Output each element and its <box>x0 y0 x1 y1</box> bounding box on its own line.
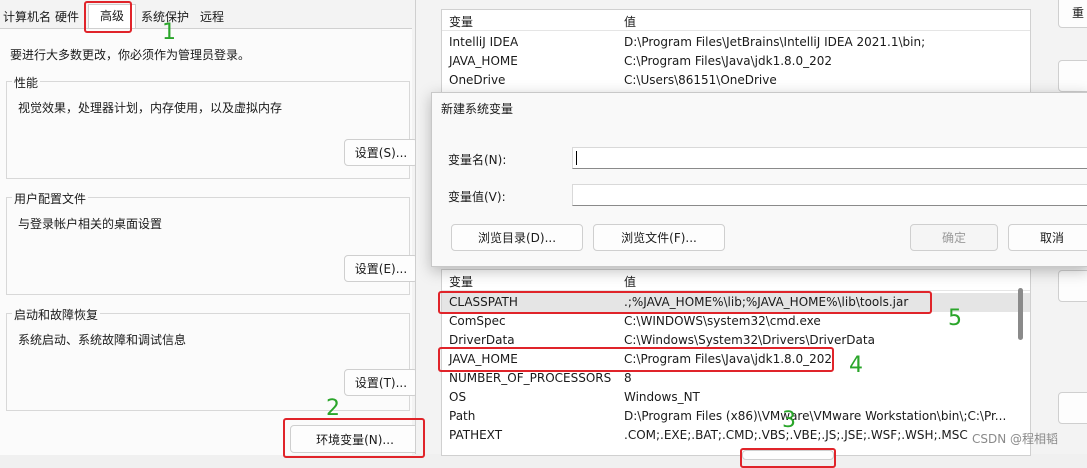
advanced-tab-panel: 要进行大多数更改，你必须作为管理员登录。 性能 视觉效果，处理器计划，内存使用，… <box>0 28 420 455</box>
system-var-row[interactable]: DriverData C:\Windows\System32\Drivers\D… <box>442 331 1030 350</box>
tab-hardware[interactable]: 硬件 <box>52 6 82 28</box>
system-properties-window: 计算机名 硬件 高级 系统保护 远程 要进行大多数更改，你必须作为管理员登录。 … <box>0 0 420 455</box>
user-var-row[interactable]: JAVA_HOME C:\Program Files\Java\jdk1.8.0… <box>442 52 1030 71</box>
user-profiles-title: 用户配置文件 <box>12 190 89 207</box>
var-value: .;%JAVA_HOME%\lib;%JAVA_HOME%\lib\tools.… <box>624 295 909 309</box>
performance-title: 性能 <box>12 74 41 91</box>
var-value: C:\Program Files\Java\jdk1.8.0_202 <box>624 352 833 366</box>
column-value[interactable]: 值 <box>624 273 636 290</box>
system-vars-scrollbar[interactable] <box>1018 288 1023 340</box>
var-name: DriverData <box>449 333 515 347</box>
cancel-button[interactable]: 取消 <box>1008 224 1087 251</box>
variable-name-input[interactable] <box>572 147 1087 169</box>
performance-desc: 视觉效果，处理器计划，内存使用，以及虚拟内存 <box>18 101 283 115</box>
user-var-row[interactable]: IntelliJ IDEA D:\Program Files\JetBrains… <box>442 33 1030 52</box>
user-var-row[interactable]: OneDrive C:\Users\86151\OneDrive <box>442 71 1030 90</box>
admin-notice: 要进行大多数更改，你必须作为管理员登录。 <box>10 48 251 62</box>
text-cursor <box>576 151 577 165</box>
var-name: IntelliJ IDEA <box>449 35 519 49</box>
tab-advanced[interactable]: 高级 <box>88 4 136 29</box>
variable-value-input[interactable] <box>572 184 1087 206</box>
system-var-row-classpath[interactable]: CLASSPATH .;%JAVA_HOME%\lib;%JAVA_HOME%\… <box>442 293 1030 312</box>
watermark: CSDN @程相韬 <box>972 432 1059 446</box>
user-profiles-desc: 与登录帐户相关的桌面设置 <box>18 217 163 231</box>
user-profiles-settings-button[interactable]: 设置(E)... <box>344 255 418 282</box>
var-name: OS <box>449 390 467 404</box>
new-button-partial[interactable] <box>742 450 834 460</box>
system-var-row-java-home[interactable]: JAVA_HOME C:\Program Files\Java\jdk1.8.0… <box>442 350 1030 369</box>
side-button-partial-3[interactable] <box>1058 392 1087 424</box>
var-name: PATHEXT <box>449 428 503 442</box>
tab-remote[interactable]: 远程 <box>197 6 227 28</box>
dialog-title: 新建系统变量 <box>441 102 514 116</box>
var-name: Path <box>449 409 476 423</box>
var-name: JAVA_HOME <box>449 54 518 68</box>
var-value: D:\Program Files\JetBrains\IntelliJ IDEA… <box>624 35 926 49</box>
var-value: D:\Program Files (x86)\VMware\VMware Wor… <box>624 409 1007 423</box>
ok-button[interactable]: 确定 <box>910 224 998 251</box>
system-var-row[interactable]: PATHEXT .COM;.EXE;.BAT;.CMD;.VBS;.VBE;.J… <box>442 426 1030 445</box>
var-value: C:\Users\86151\OneDrive <box>624 73 777 87</box>
annotation-number: 2 <box>326 396 340 421</box>
var-name: ComSpec <box>449 314 506 328</box>
edit-button-partial[interactable]: 重 <box>1058 0 1087 28</box>
var-value: C:\Windows\System32\Drivers\DriverData <box>624 333 875 347</box>
column-variable[interactable]: 变量 <box>449 273 473 290</box>
tab-computer-name[interactable]: 计算机名 <box>0 6 54 28</box>
browse-directory-button[interactable]: 浏览目录(D)... <box>451 224 583 251</box>
system-var-row[interactable]: ComSpec C:\WINDOWS\system32\cmd.exe <box>442 312 1030 331</box>
var-name: JAVA_HOME <box>449 352 518 366</box>
column-variable[interactable]: 变量 <box>449 13 473 30</box>
annotation-number: 4 <box>849 353 863 378</box>
var-name: NUMBER_OF_PROCESSORS <box>449 371 612 385</box>
side-button-partial[interactable] <box>1058 60 1087 92</box>
new-system-variable-dialog: 新建系统变量 变量名(N): 变量值(V): 浏览目录(D)... 浏览文件(F… <box>431 92 1087 267</box>
system-variables-list: 变量 值 CLASSPATH .;%JAVA_HOME%\lib;%JAVA_H… <box>441 269 1031 456</box>
system-variables-header: 变量 值 <box>442 270 1030 291</box>
startup-recovery-settings-button[interactable]: 设置(T)... <box>344 369 418 396</box>
annotation-number: 1 <box>162 20 176 45</box>
variable-name-label: 变量名(N): <box>448 153 507 167</box>
user-variables-header: 变量 值 <box>442 10 1030 31</box>
annotation-number: 3 <box>782 408 796 433</box>
var-value: 8 <box>624 371 632 385</box>
browse-file-button[interactable]: 浏览文件(F)... <box>593 224 725 251</box>
system-var-row[interactable]: OS Windows_NT <box>442 388 1030 407</box>
var-value: Windows_NT <box>624 390 700 404</box>
environment-variables-button[interactable]: 环境变量(N)... <box>290 425 420 453</box>
var-value: C:\Program Files\Java\jdk1.8.0_202 <box>624 54 833 68</box>
var-name: CLASSPATH <box>449 295 518 309</box>
performance-settings-button[interactable]: 设置(S)... <box>344 139 418 166</box>
variable-value-label: 变量值(V): <box>448 190 506 204</box>
startup-recovery-title: 启动和故障恢复 <box>12 306 101 323</box>
var-value: C:\WINDOWS\system32\cmd.exe <box>624 314 821 328</box>
column-value[interactable]: 值 <box>624 13 636 30</box>
var-name: OneDrive <box>449 73 506 87</box>
user-variables-list: 变量 值 IntelliJ IDEA D:\Program Files\JetB… <box>441 9 1031 95</box>
annotation-number: 5 <box>948 306 962 331</box>
system-var-row[interactable]: Path D:\Program Files (x86)\VMware\VMwar… <box>442 407 1030 426</box>
startup-recovery-group <box>6 313 410 411</box>
startup-recovery-desc: 系统启动、系统故障和调试信息 <box>18 333 187 347</box>
system-var-row[interactable]: NUMBER_OF_PROCESSORS 8 <box>442 369 1030 388</box>
side-button-partial-2[interactable] <box>1058 270 1087 302</box>
